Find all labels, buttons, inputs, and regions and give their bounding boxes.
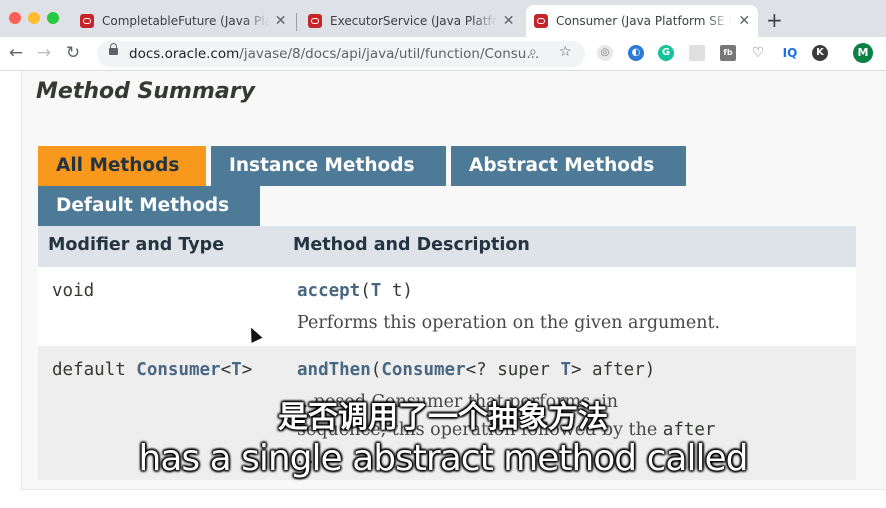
- oracle-favicon-icon: [80, 14, 94, 28]
- extension-fb-icon[interactable]: fb: [720, 45, 736, 61]
- method-description: Performs this operation on the given arg…: [297, 313, 721, 333]
- method-link-andthen[interactable]: andThen: [297, 360, 371, 380]
- tab-all-methods[interactable]: All Methods: [38, 146, 206, 186]
- subtitle-english: has a single abstract method called: [138, 438, 749, 479]
- extension-k-icon[interactable]: K: [812, 45, 828, 61]
- method-link-accept[interactable]: accept: [297, 281, 360, 301]
- method-table-header: Modifier and Type Method and Description: [38, 226, 856, 267]
- tab-close-icon[interactable]: ✕: [736, 13, 752, 29]
- address-bar[interactable]: docs.oracle.com/javase/8/docs/api/java/u…: [97, 41, 585, 67]
- forward-arrow-icon[interactable]: →: [34, 43, 54, 63]
- pocket-icon[interactable]: ♡: [750, 45, 766, 61]
- reload-icon[interactable]: ↻: [63, 43, 83, 63]
- type-param-link[interactable]: T: [371, 281, 382, 301]
- bookmark-star-icon[interactable]: ☆: [559, 44, 572, 60]
- tab-consumer[interactable]: Consumer (Java Platform SE 8 ) ✕: [526, 5, 758, 37]
- tab-close-icon[interactable]: ✕: [501, 13, 516, 29]
- tab-title: ExecutorService (Java Platform SE 8 ): [330, 14, 498, 28]
- tab-executorservice[interactable]: ExecutorService (Java Platform SE 8 ) ✕: [300, 5, 522, 37]
- modifier-type: default Consumer<T>: [52, 360, 253, 380]
- tab-title: CompletableFuture (Java Platform SE 8 ): [102, 14, 270, 28]
- column-header-method: Method and Description: [293, 235, 530, 255]
- type-param-link[interactable]: T: [231, 360, 242, 380]
- close-window-button[interactable]: [9, 12, 21, 24]
- url-text: docs.oracle.com/javase/8/docs/api/java/u…: [129, 46, 540, 62]
- extension-planet-icon[interactable]: ◐: [628, 45, 644, 61]
- grammarly-icon[interactable]: G: [658, 45, 674, 61]
- modifier-type: void: [52, 281, 95, 301]
- method-signature: accept(T t): [297, 281, 413, 301]
- method-signature: andThen(Consumer<? super T> after): [297, 360, 656, 380]
- extension-grid-icon[interactable]: [689, 45, 705, 61]
- tab-strip: CompletableFuture (Java Platform SE 8 ) …: [0, 0, 886, 37]
- tab-close-icon[interactable]: ✕: [273, 13, 288, 29]
- method-summary-heading: Method Summary: [36, 79, 255, 104]
- oracle-favicon-icon: [534, 14, 548, 28]
- extension-iq-icon[interactable]: IQ: [780, 45, 800, 61]
- consumer-type-link[interactable]: Consumer: [136, 360, 220, 380]
- tab-divider: [296, 13, 297, 31]
- tab-completablefuture[interactable]: CompletableFuture (Java Platform SE 8 ) …: [72, 5, 294, 37]
- profile-avatar[interactable]: M: [853, 43, 873, 63]
- lock-icon: [109, 43, 118, 55]
- tab-abstract-methods[interactable]: Abstract Methods: [451, 146, 686, 186]
- maximize-window-button[interactable]: [47, 12, 59, 24]
- zoom-icon[interactable]: ⌕: [529, 44, 537, 60]
- type-param-link[interactable]: T: [560, 360, 571, 380]
- column-header-modifier: Modifier and Type: [48, 235, 225, 255]
- table-row: void accept(T t) Performs this operation…: [38, 267, 856, 346]
- oracle-favicon-icon: [308, 14, 322, 28]
- tab-title: Consumer (Java Platform SE 8 ): [556, 14, 733, 28]
- new-tab-icon[interactable]: +: [766, 8, 783, 32]
- extension-dragon-icon[interactable]: ◎: [597, 45, 613, 61]
- minimize-window-button[interactable]: [28, 12, 40, 24]
- browser-toolbar: ← → ↻ docs.oracle.com/javase/8/docs/api/…: [0, 37, 886, 71]
- tab-instance-methods[interactable]: Instance Methods: [211, 146, 446, 186]
- tab-default-methods[interactable]: Default Methods: [38, 186, 260, 226]
- subtitle-chinese: 是否调用了一个抽象方法: [278, 400, 608, 435]
- consumer-type-link[interactable]: Consumer: [381, 360, 465, 380]
- back-arrow-icon[interactable]: ←: [6, 43, 26, 63]
